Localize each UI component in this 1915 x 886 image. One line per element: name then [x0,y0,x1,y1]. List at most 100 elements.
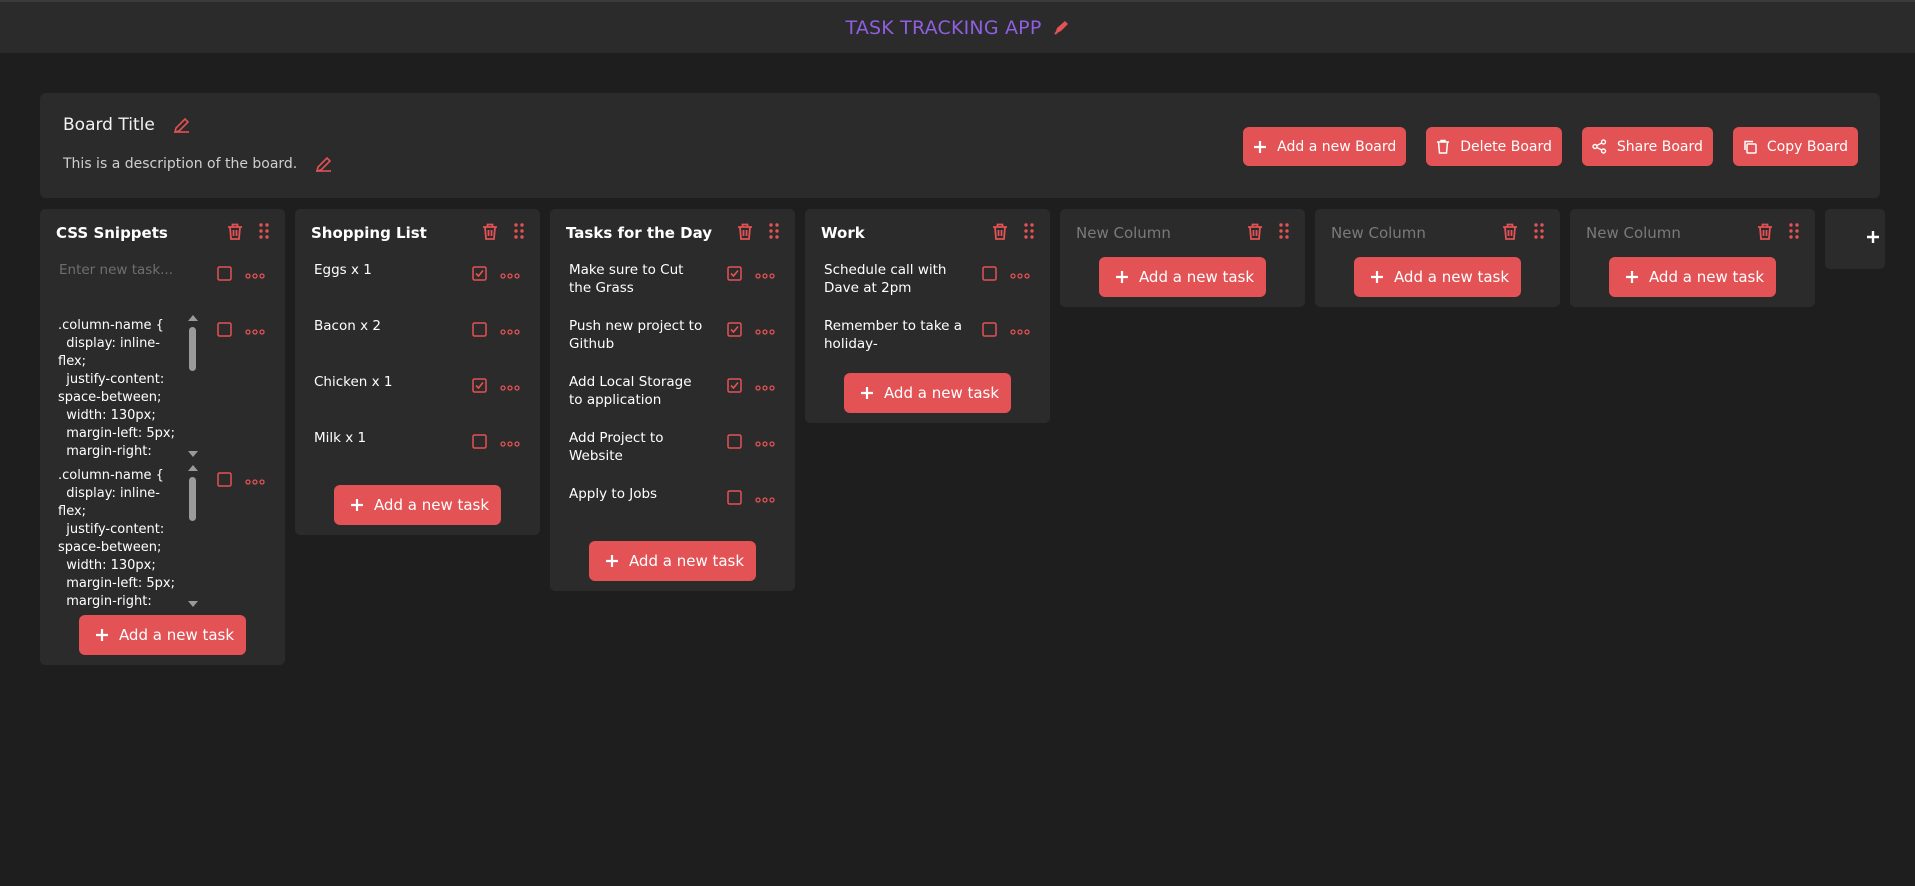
checkbox-icon[interactable] [472,434,487,449]
more-options-icon[interactable] [245,320,265,339]
drag-handle-icon[interactable] [1789,223,1799,243]
button-label: Add a new task [118,626,235,644]
trash-icon[interactable] [737,223,753,244]
checkbox-icon[interactable] [472,322,487,337]
add-task-button[interactable]: Add a new task [1098,257,1267,297]
more-options-icon[interactable] [755,264,775,283]
task-code-text[interactable]: .column-name { display: inline- flex; ju… [58,463,198,609]
checked-checkbox-icon[interactable] [727,322,742,337]
add-task-button[interactable]: Add a new task [1608,257,1777,297]
pen-icon [1052,19,1070,37]
task-text[interactable]: Schedule call with Dave at 2pm [824,261,964,297]
column-title[interactable]: New Column [1076,224,1171,242]
scroll-thumb[interactable] [189,477,196,521]
task-text[interactable]: Add Local Storage to application [569,373,709,409]
scroll-thumb[interactable] [189,327,196,371]
add-task-button[interactable]: Add a new task [78,615,247,655]
task-code-text[interactable]: .column-name { display: inline- flex; ju… [58,313,198,459]
column: New Column Add a new task [1315,209,1560,307]
checkbox-icon[interactable] [727,490,742,505]
code-task-item: .column-name { display: inline- flex; ju… [40,313,285,463]
scroll-down-arrow[interactable] [188,601,198,607]
button-label: Copy Board [1766,138,1848,155]
add-a-new-board-button[interactable]: Add a new Board [1243,127,1407,166]
drag-handle-icon[interactable] [769,223,779,243]
drag-handle-icon[interactable] [1279,223,1289,243]
column-title[interactable]: New Column [1331,224,1426,242]
scroll-up-arrow[interactable] [188,315,198,321]
task-text[interactable]: Add Project to Website [569,429,709,465]
more-options-icon[interactable] [755,376,775,395]
edit-title-icon[interactable] [173,116,191,134]
scroll-up-arrow[interactable] [188,465,198,471]
share-board-button[interactable]: Share Board [1581,127,1713,166]
more-options-icon[interactable] [1010,264,1030,283]
plus-icon [605,554,619,568]
scrollbar[interactable] [186,313,198,459]
task-item: Schedule call with Dave at 2pm [805,257,1050,313]
edit-description-icon[interactable] [315,155,333,173]
plus-icon [1115,270,1129,284]
checkbox-icon[interactable] [217,266,232,281]
checked-checkbox-icon[interactable] [472,378,487,393]
more-options-icon[interactable] [755,488,775,507]
trash-icon[interactable] [1757,223,1773,244]
more-options-icon[interactable] [245,264,265,283]
add-task-button[interactable]: Add a new task [843,373,1012,413]
more-options-icon[interactable] [245,470,265,489]
more-options-icon[interactable] [500,320,520,339]
scroll-down-arrow[interactable] [188,451,198,457]
column-title[interactable]: Shopping List [311,224,427,242]
task-text[interactable]: Make sure to Cut the Grass [569,261,709,297]
add-task-button[interactable]: Add a new task [588,541,757,581]
add-task-wrapper: Add a new task [550,541,795,581]
task-item: Add Local Storage to application [550,369,795,425]
drag-handle-icon[interactable] [1534,223,1544,243]
scrollbar[interactable] [186,463,198,609]
add-task-button[interactable]: Add a new task [1353,257,1522,297]
task-text[interactable]: Push new project to Github [569,317,709,353]
checkbox-icon[interactable] [727,434,742,449]
more-options-icon[interactable] [500,432,520,451]
add-task-button[interactable]: Add a new task [333,485,502,525]
column-title[interactable]: New Column [1586,224,1681,242]
drag-handle-icon[interactable] [1024,223,1034,243]
checkbox-icon[interactable] [982,322,997,337]
checkbox-icon[interactable] [217,322,232,337]
task-text[interactable]: Chicken x 1 [314,373,454,391]
task-text[interactable]: Apply to Jobs [569,485,709,503]
task-text[interactable]: Remember to take a holiday- [824,317,964,353]
drag-handle-icon[interactable] [514,223,524,243]
more-options-icon[interactable] [1010,320,1030,339]
trash-icon[interactable] [1502,223,1518,244]
checked-checkbox-icon[interactable] [472,266,487,281]
checked-checkbox-icon[interactable] [727,378,742,393]
column-title[interactable]: Tasks for the Day [566,224,712,242]
task-text[interactable]: Milk x 1 [314,429,454,447]
trash-icon[interactable] [482,223,498,244]
more-options-icon[interactable] [500,376,520,395]
copy-board-button[interactable]: Copy Board [1732,127,1858,166]
task-text[interactable]: Bacon x 2 [314,317,454,335]
new-task-input[interactable]: Enter new task... [59,261,199,279]
column-header: New Column [1570,209,1815,257]
column-actions [1502,223,1544,244]
column-title[interactable]: CSS Snippets [56,224,168,242]
task-item: Make sure to Cut the Grass [550,257,795,313]
more-options-icon[interactable] [500,264,520,283]
checked-checkbox-icon[interactable] [727,266,742,281]
checkbox-icon[interactable] [217,472,232,487]
add-column-button[interactable] [1825,209,1885,269]
trash-icon[interactable] [992,223,1008,244]
more-options-icon[interactable] [755,320,775,339]
trash-icon[interactable] [227,223,243,244]
column: CSS Snippets Enter new task... .column-nam… [40,209,285,665]
drag-handle-icon[interactable] [259,223,269,243]
checkbox-icon[interactable] [982,266,997,281]
delete-board-button[interactable]: Delete Board [1426,127,1562,166]
trash-icon[interactable] [1247,223,1263,244]
task-text[interactable]: Eggs x 1 [314,261,454,279]
more-options-icon[interactable] [755,432,775,451]
column-title[interactable]: Work [821,224,865,242]
